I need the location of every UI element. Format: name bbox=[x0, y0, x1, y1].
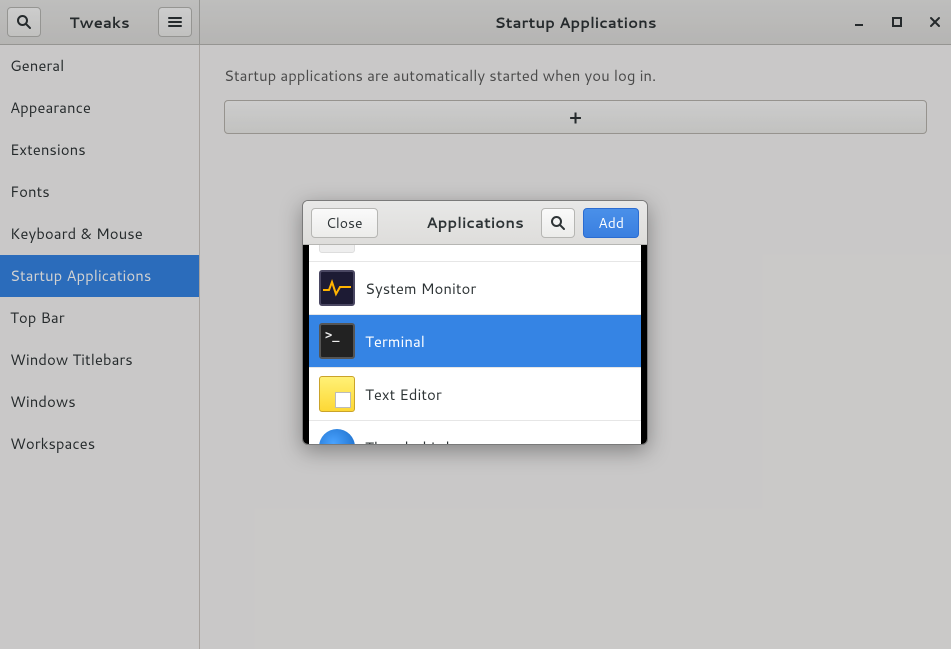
app-icon bbox=[319, 245, 355, 253]
dialog-headerbar: Close Applications Add bbox=[303, 201, 647, 245]
app-row-thunderbird[interactable]: Thunderbird bbox=[309, 421, 641, 444]
system-monitor-icon bbox=[319, 270, 355, 306]
dialog-close-label: Close bbox=[326, 213, 363, 233]
terminal-icon bbox=[319, 323, 355, 359]
app-row-text-editor[interactable]: Text Editor bbox=[309, 368, 641, 421]
app-name-label: Text Editor bbox=[365, 384, 442, 405]
dialog-title: Applications bbox=[426, 212, 523, 233]
search-icon bbox=[550, 215, 566, 231]
dialog-add-button[interactable]: Add bbox=[583, 208, 639, 238]
app-row-system-monitor[interactable]: System Monitor bbox=[309, 262, 641, 315]
dialog-add-label: Add bbox=[598, 213, 624, 233]
app-row-terminal[interactable]: Terminal bbox=[309, 315, 641, 368]
application-list[interactable]: System Monitor Terminal Text Editor Thun… bbox=[309, 245, 641, 444]
dialog-close-button[interactable]: Close bbox=[311, 208, 378, 238]
app-row[interactable] bbox=[309, 245, 641, 262]
text-editor-icon bbox=[319, 376, 355, 412]
app-name-label: Terminal bbox=[365, 331, 425, 352]
app-name-label: System Monitor bbox=[365, 278, 476, 299]
dialog-search-button[interactable] bbox=[541, 208, 575, 238]
app-name-label: Thunderbird bbox=[365, 437, 450, 445]
thunderbird-icon bbox=[319, 429, 355, 444]
dialog-frame-right bbox=[641, 245, 647, 444]
applications-dialog: Close Applications Add System Moni bbox=[302, 200, 648, 445]
